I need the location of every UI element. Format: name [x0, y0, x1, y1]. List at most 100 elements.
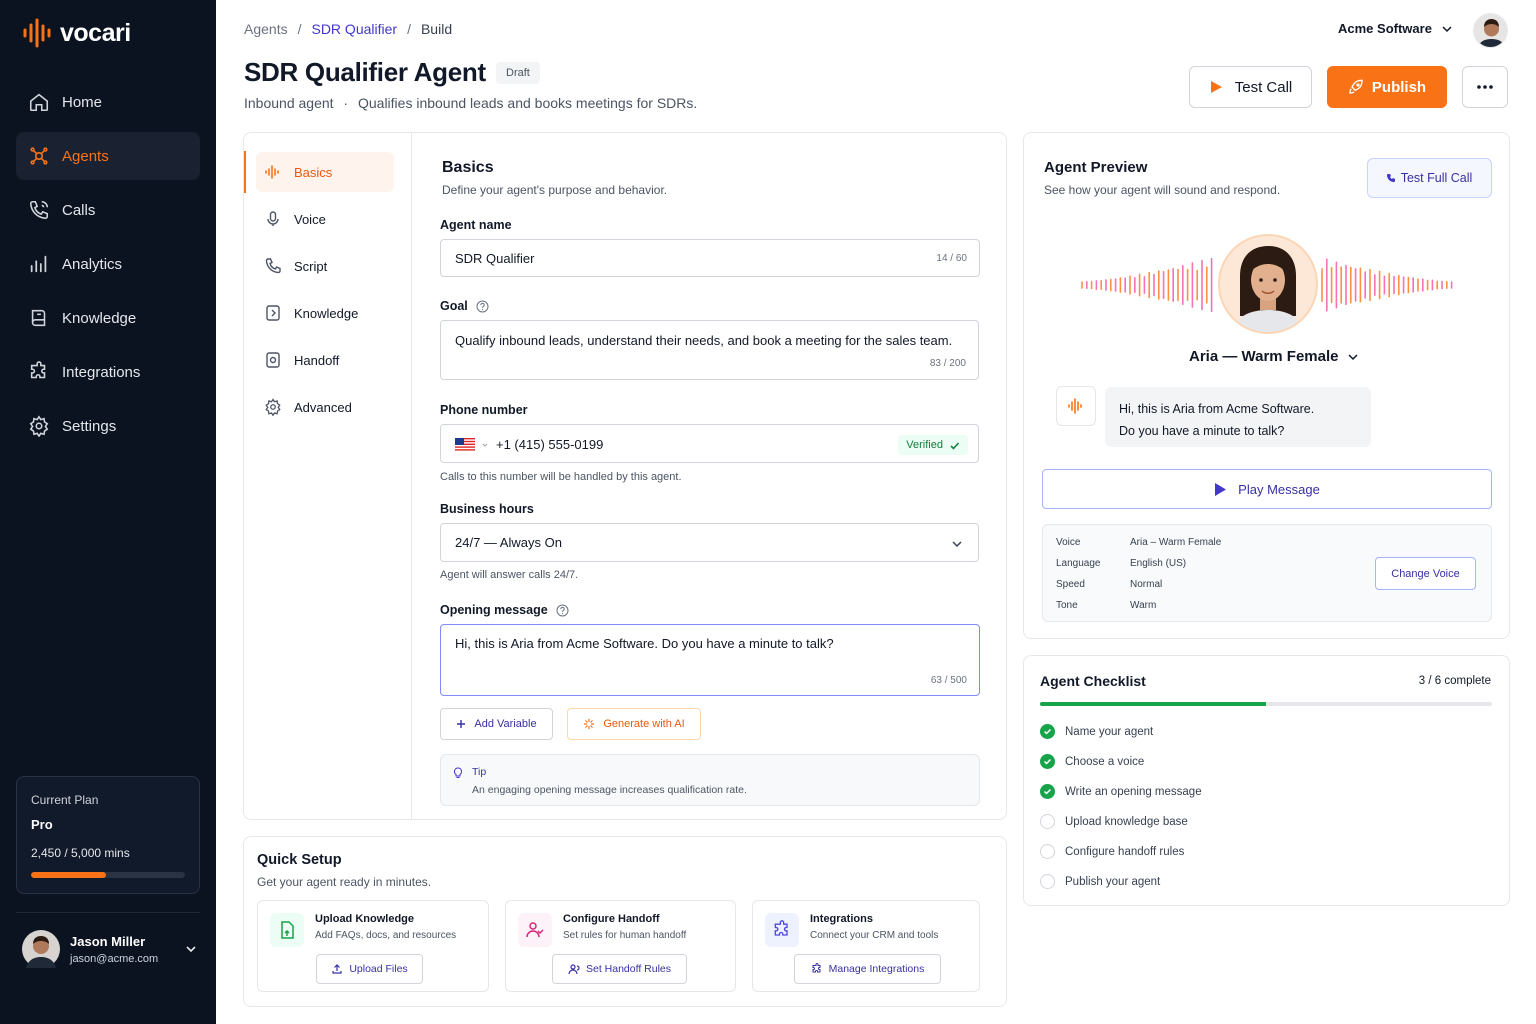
change-voice-button[interactable]: Change Voice [1375, 557, 1476, 590]
test-full-call-label: Test Full Call [1400, 171, 1473, 185]
opening-message-label-text: Opening message [440, 603, 548, 617]
agent-description: Qualifies inbound leads and books meetin… [357, 95, 698, 111]
section-tab-basics[interactable]: Basics [256, 152, 394, 192]
sidebar-item-label: Integrations [62, 363, 141, 381]
quick-setup-item-title: Configure Handoff [563, 913, 660, 925]
breadcrumb-agents[interactable]: Agents [244, 21, 288, 37]
checklist-item-label: Choose a voice [1065, 755, 1145, 768]
user-menu[interactable]: Jason Miller jason@acme.com [22, 930, 198, 968]
setting-value: Aria – Warm Female [1130, 537, 1222, 548]
section-tab-handoff[interactable]: Handoff [256, 340, 394, 380]
sidebar-item-home[interactable]: Home [16, 78, 200, 126]
agent-name-counter: 14 / 60 [936, 253, 967, 264]
chevron-down-icon [1347, 353, 1358, 360]
sidebar-item-knowledge[interactable]: Knowledge [16, 294, 200, 342]
users-icon [568, 964, 580, 975]
opening-message-label: Opening message [440, 603, 569, 617]
tip-box: Tip An engaging opening message increase… [440, 754, 980, 806]
upload-files-label: Upload Files [349, 963, 408, 975]
checklist-progress-bar [1040, 702, 1492, 706]
company-switcher[interactable]: Acme Software [1338, 21, 1454, 36]
setting-key: Speed [1056, 579, 1085, 590]
add-variable-button[interactable]: Add Variable [440, 708, 553, 740]
preview-description: See how your agent will sound and respon… [1044, 183, 1281, 197]
user-avatar [22, 930, 60, 968]
set-handoff-rules-button[interactable]: Set Handoff Rules [552, 954, 687, 984]
section-tab-voice[interactable]: Voice [256, 199, 394, 239]
profile-avatar[interactable] [1473, 13, 1508, 48]
quick-setup-item-desc: Add FAQs, docs, and resources [315, 930, 457, 941]
test-full-call-button[interactable]: Test Full Call [1367, 158, 1492, 198]
publish-button[interactable]: Publish [1327, 66, 1447, 108]
app-logo[interactable]: vocari [22, 18, 131, 48]
sidebar-item-label: Calls [62, 201, 96, 219]
sidebar-item-calls[interactable]: Calls [16, 186, 200, 234]
chevron-down-icon[interactable] [482, 442, 488, 448]
quick-setup-item-desc: Connect your CRM and tools [810, 930, 939, 941]
sidebar-item-agents[interactable]: Agents [16, 132, 200, 180]
checklist-title: Agent Checklist [1040, 673, 1146, 689]
publish-label: Publish [1371, 78, 1427, 96]
gear-icon [265, 398, 281, 416]
help-icon[interactable] [556, 604, 569, 617]
microphone-icon [267, 211, 279, 226]
sidebar-item-settings[interactable]: Settings [16, 402, 200, 450]
plan-card: Current Plan Pro 2,450 / 5,000 mins [16, 776, 200, 894]
upload-files-button[interactable]: Upload Files [316, 954, 423, 984]
tip-title: Tip [472, 766, 487, 778]
breadcrumb-separator: / [297, 21, 302, 37]
generate-with-ai-button[interactable]: Generate with AI [567, 708, 701, 740]
change-voice-label: Change Voice [1391, 567, 1460, 580]
agent-avatar [1218, 234, 1318, 334]
setting-key: Tone [1056, 600, 1078, 611]
plan-name: Pro [31, 817, 53, 832]
sidebar-item-label: Home [62, 93, 103, 111]
checklist-item-label: Configure handoff rules [1065, 845, 1185, 858]
test-call-label: Test Call [1234, 78, 1293, 96]
section-tab-script[interactable]: Script [256, 246, 394, 286]
preview-title: Agent Preview [1044, 159, 1148, 176]
test-call-button[interactable]: Test Call [1189, 66, 1312, 108]
sidebar-item-integrations[interactable]: Integrations [16, 348, 200, 396]
quick-setup-item-desc: Set rules for human handoff [563, 930, 687, 941]
agent-preview-card: Agent Preview See how your agent will so… [1023, 132, 1510, 639]
agent-avatar-image [1220, 236, 1316, 332]
sidebar-item-analytics[interactable]: Analytics [16, 240, 200, 288]
quick-setup-integrations: Integrations Connect your CRM and tools … [752, 900, 980, 992]
section-tab-label: Advanced [294, 399, 352, 415]
document-upload-icon [281, 921, 294, 939]
document-icon [266, 305, 280, 321]
avatar-image [1474, 14, 1507, 47]
agent-message-bubble: Hi, this is Aria from Acme Software. Do … [1105, 387, 1371, 447]
setting-value: Warm [1130, 600, 1157, 611]
business-hours-select[interactable]: 24/7 — Always On [440, 523, 979, 562]
check-circle-icon [1040, 784, 1055, 799]
agent-message-avatar [1056, 386, 1096, 426]
section-tab-knowledge[interactable]: Knowledge [256, 293, 394, 333]
agent-name-label: Agent name [440, 218, 512, 232]
section-tab-advanced[interactable]: Advanced [256, 387, 394, 427]
goal-label-text: Goal [440, 299, 468, 313]
voice-selector[interactable]: Aria — Warm Female [1189, 348, 1359, 365]
play-message-button[interactable]: Play Message [1042, 469, 1492, 509]
help-icon[interactable] [476, 300, 489, 313]
more-options-button[interactable] [1462, 66, 1508, 108]
manage-integrations-button[interactable]: Manage Integrations [794, 954, 941, 984]
phone-field[interactable]: +1 (415) 555-0199 Verified [440, 424, 979, 463]
section-tab-label: Knowledge [294, 305, 359, 321]
agent-name-field[interactable]: SDR Qualifier 14 / 60 [440, 239, 980, 277]
opening-message-field[interactable]: Hi, this is Aria from Acme Software. Do … [440, 624, 980, 696]
user-email: jason@acme.com [70, 952, 159, 965]
agents-icon [30, 147, 48, 165]
agent-message-line-1: Hi, this is Aria from Acme Software. [1119, 402, 1315, 416]
checklist-item: Write an opening message [1040, 784, 1202, 799]
quick-setup-title: Quick Setup [257, 852, 342, 868]
plan-usage-fill [31, 872, 107, 878]
breadcrumb-sdr-qualifier[interactable]: SDR Qualifier [311, 21, 397, 37]
breadcrumb: Agents / SDR Qualifier / Build [244, 21, 452, 37]
plan-label: Current Plan [31, 793, 99, 807]
chevron-down-icon [186, 946, 196, 953]
checklist-item: Name your agent [1040, 724, 1153, 739]
upload-icon [332, 964, 342, 974]
goal-field[interactable]: Qualify inbound leads, understand their … [440, 320, 979, 380]
